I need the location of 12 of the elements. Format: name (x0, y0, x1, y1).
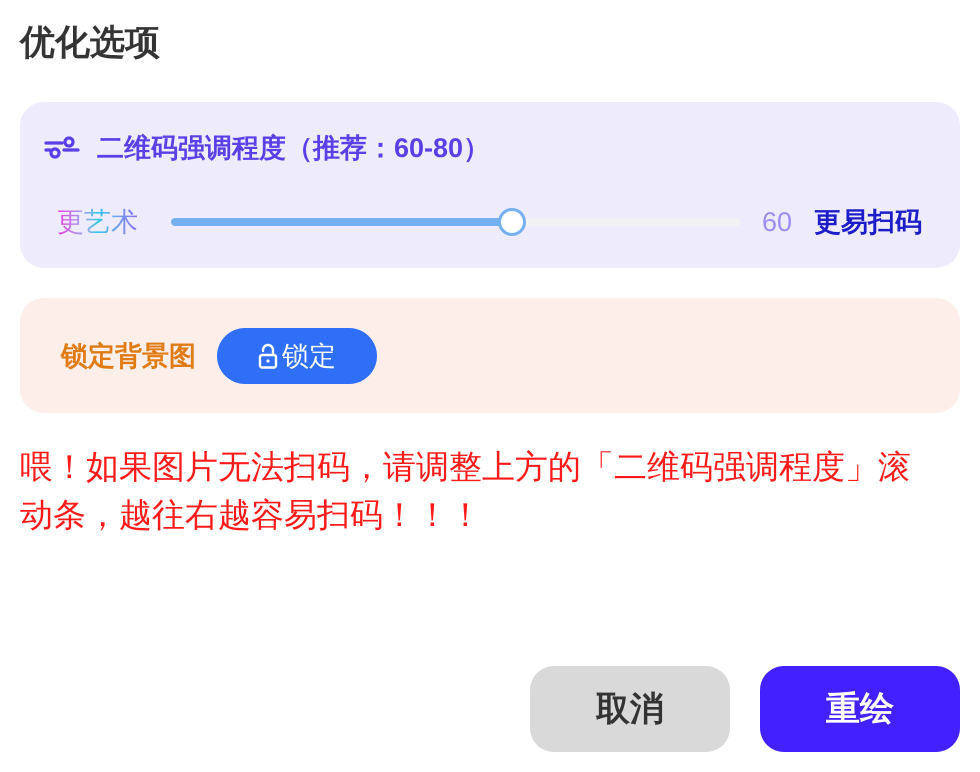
emphasis-slider[interactable] (171, 207, 740, 237)
warning-message: 喂！如果图片无法扫码，请调整上方的「二维码强调程度」滚动条，越往右越容易扫码！！！ (20, 447, 912, 535)
slider-thumb[interactable] (498, 208, 526, 236)
dialog-title: 优化选项 (20, 22, 161, 64)
lock-button[interactable]: 锁定 (217, 328, 377, 384)
cancel-button[interactable]: 取消 (530, 666, 730, 752)
sliders-icon (44, 136, 80, 160)
lock-background-label: 锁定背景图 (61, 340, 196, 372)
easier-scan-label: 更易扫码 (814, 206, 922, 239)
emphasis-heading: 二维码强调程度（推荐：60-80） (97, 132, 490, 165)
slider-value: 60 (762, 206, 792, 239)
redraw-button[interactable]: 重绘 (760, 666, 960, 752)
